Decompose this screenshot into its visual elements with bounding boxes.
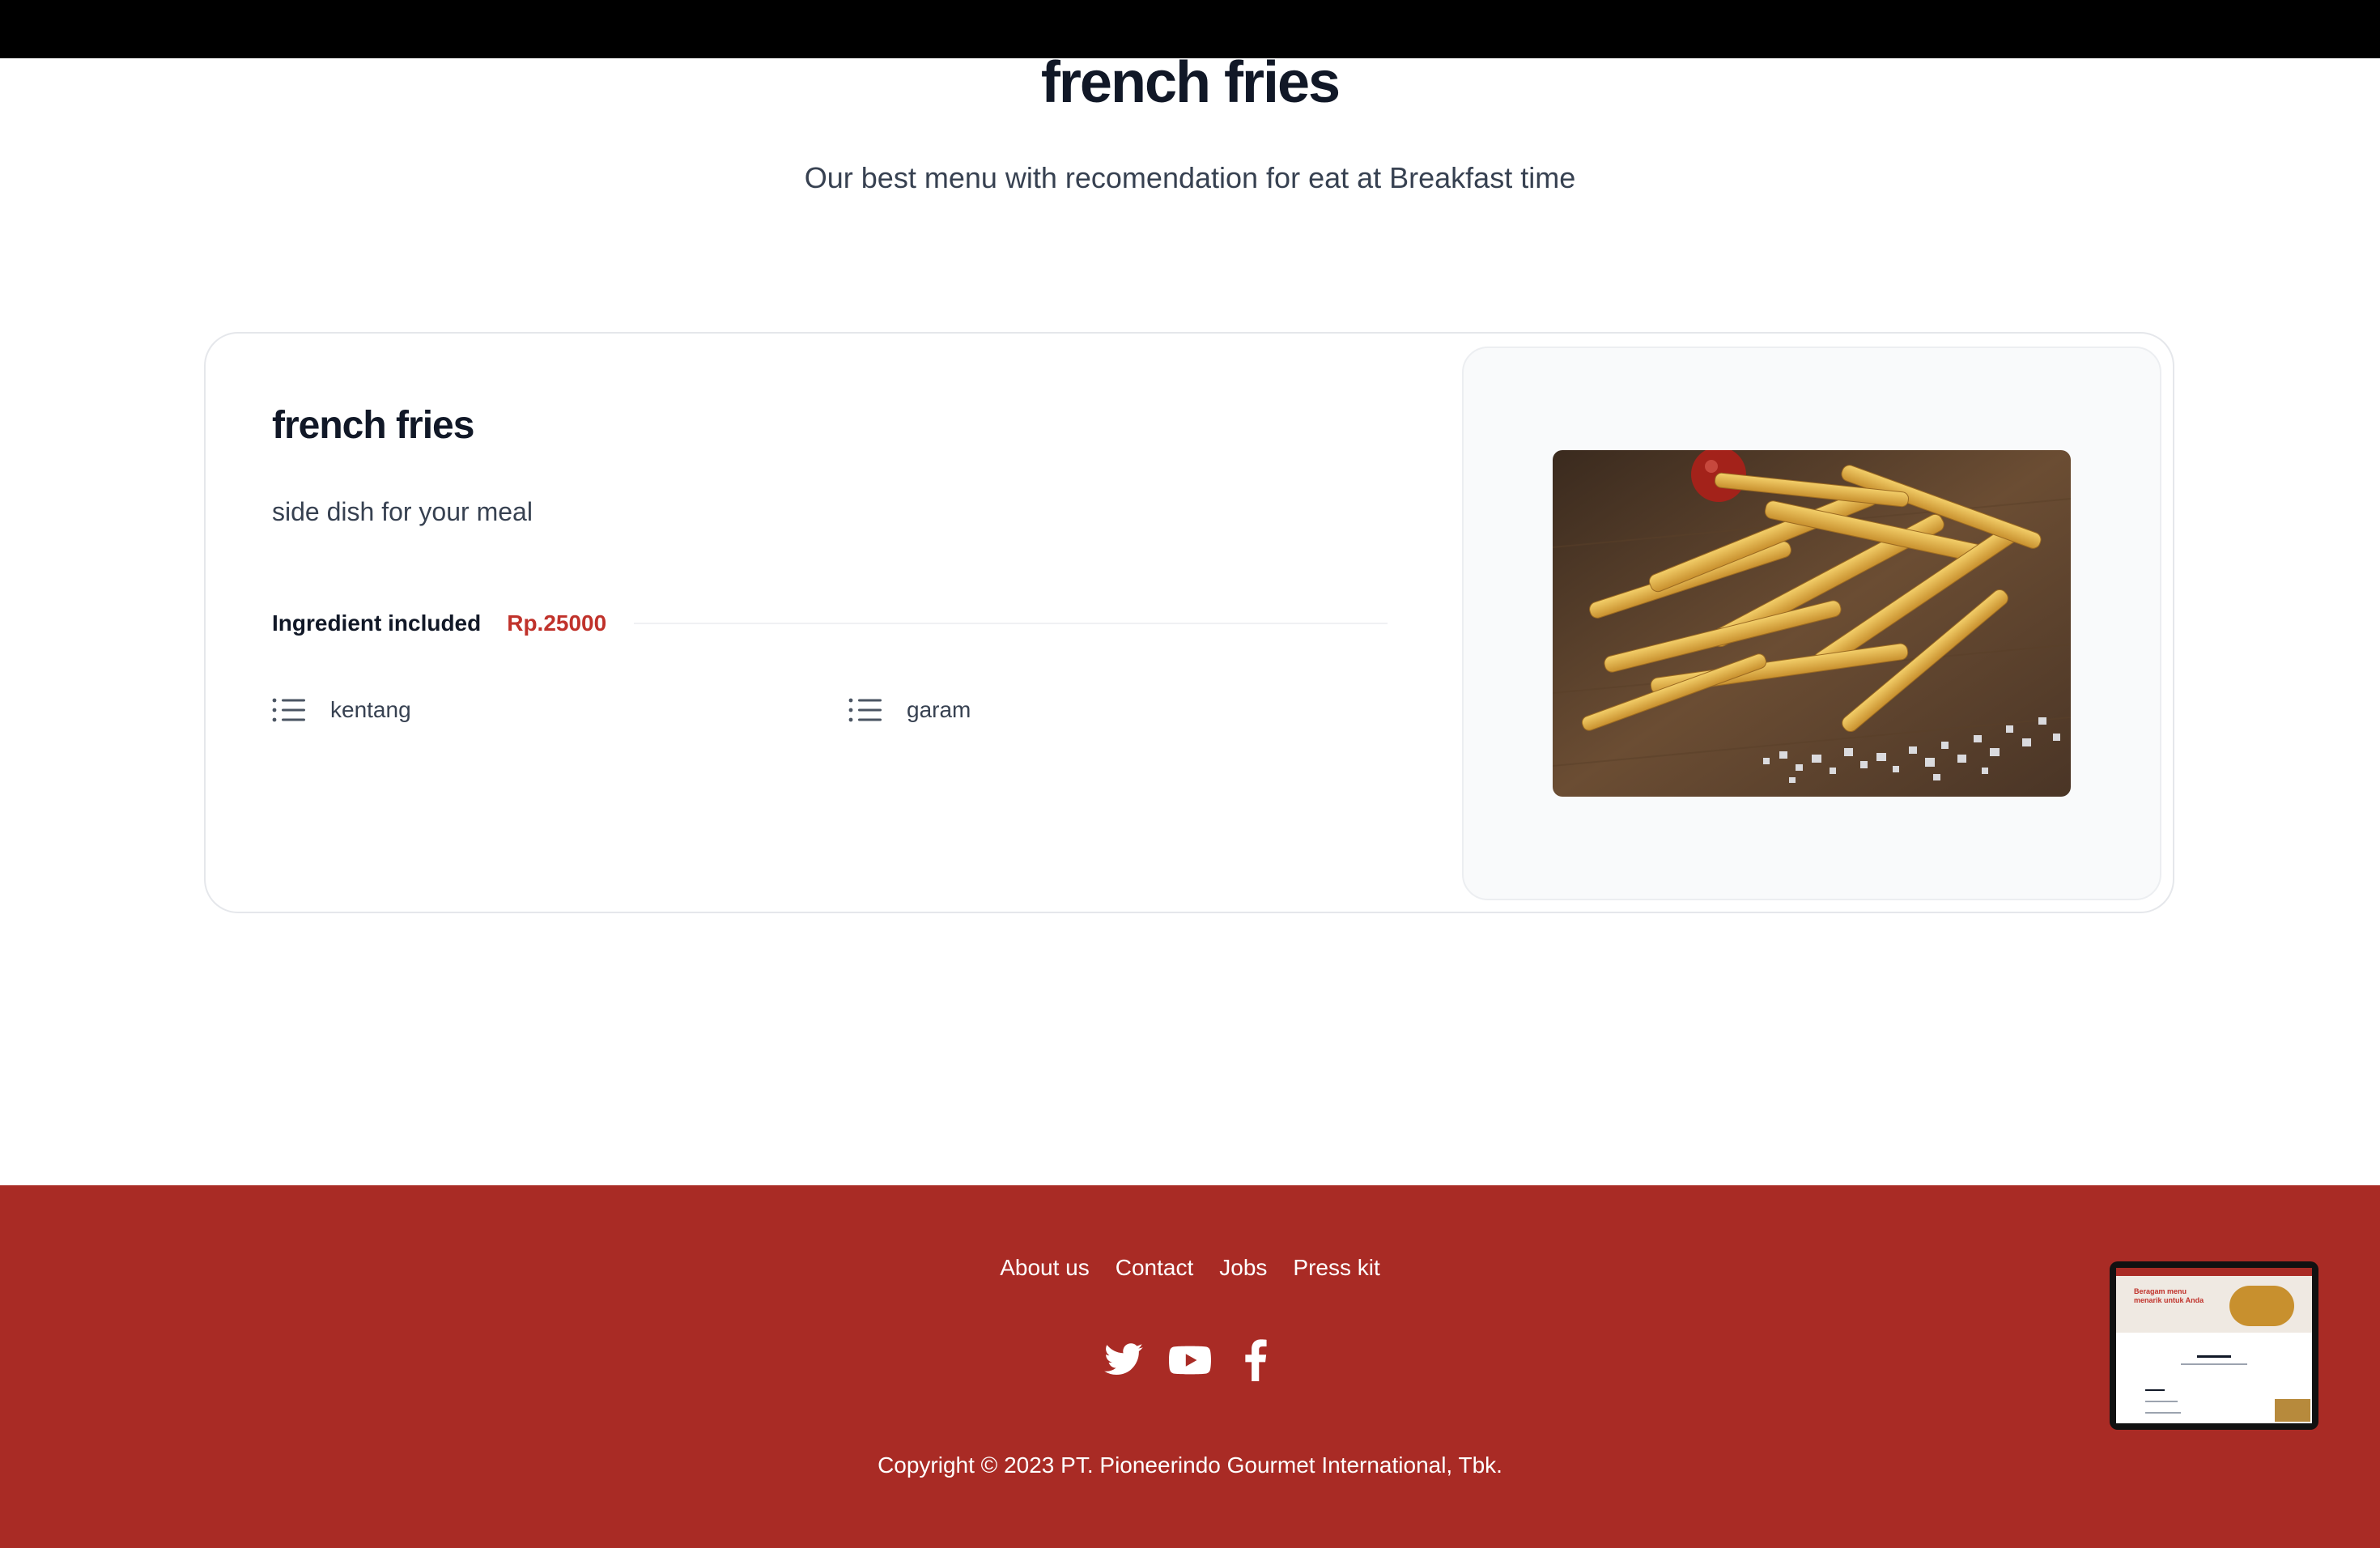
footer-link-contact[interactable]: Contact: [1116, 1252, 1194, 1284]
thumbnail-card-line: [2145, 1389, 2165, 1391]
facebook-icon[interactable]: [1235, 1339, 1277, 1381]
footer-link-jobs[interactable]: Jobs: [1219, 1252, 1267, 1284]
ingredient-item: kentang: [272, 690, 411, 730]
thumbnail-food-image: [2229, 1286, 2294, 1326]
footer-link-about-us[interactable]: About us: [1000, 1252, 1090, 1284]
image-panel: [1462, 347, 2161, 900]
thumbnail-title-line: [2197, 1355, 2231, 1358]
thumbnail-banner: Beragam menu menarik untuk Anda: [2116, 1276, 2312, 1333]
divider: [634, 623, 1388, 624]
page-preview-thumbnail[interactable]: Beragam menu menarik untuk Anda: [2110, 1261, 2318, 1430]
menu-card: french fries side dish for your meal Ing…: [204, 332, 2174, 913]
list-icon: [848, 698, 882, 722]
ingredient-item: garam: [848, 690, 971, 730]
ingredient-heading: Ingredient included: [272, 610, 482, 636]
thumbnail-screen: Beragam menu menarik untuk Anda: [2116, 1268, 2312, 1423]
social-links: [0, 1339, 2380, 1381]
page-title: french fries: [1040, 50, 1341, 115]
menu-item-name: french fries: [272, 404, 474, 447]
menu-item-description: side dish for your meal: [272, 497, 533, 526]
list-icon: [272, 698, 305, 722]
ingredient-label: garam: [907, 697, 971, 722]
thumbnail-card-line: [2145, 1401, 2178, 1402]
thumbnail-banner-text: Beragam menu menarik untuk Anda: [2134, 1287, 2204, 1304]
youtube-icon[interactable]: [1169, 1339, 1211, 1381]
thumbnail-card-line: [2145, 1412, 2181, 1414]
french-fries-photo: [1553, 450, 2071, 797]
twitter-icon[interactable]: [1103, 1339, 1145, 1381]
copyright-text: Copyright © 2023 PT. Pioneerindo Gourmet…: [878, 1452, 1502, 1478]
thumbnail-card-image: [2275, 1399, 2310, 1422]
site-footer: About us Contact Jobs Press kit Copyrigh…: [0, 1185, 2380, 1548]
ingredient-header-row: Ingredient included Rp.25000: [272, 606, 1388, 641]
page-subtitle: Our best menu with recomendation for eat…: [804, 161, 1576, 194]
thumbnail-header-bar: [2116, 1268, 2312, 1276]
footer-link-press-kit[interactable]: Press kit: [1293, 1252, 1379, 1284]
ingredient-label: kentang: [330, 697, 411, 722]
price-label: Rp.25000: [507, 610, 607, 636]
thumbnail-subtitle-line: [2181, 1363, 2247, 1365]
footer-nav: About us Contact Jobs Press kit: [0, 1252, 2380, 1284]
